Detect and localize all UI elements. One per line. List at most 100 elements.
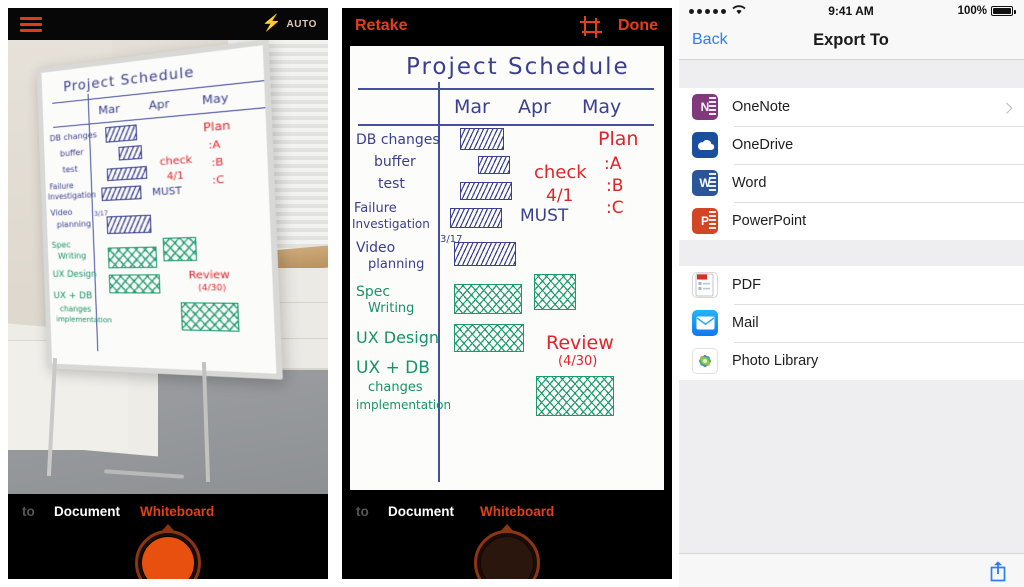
wb-row-7a: UX + DB bbox=[53, 291, 92, 301]
list-item-word[interactable]: W Word bbox=[678, 164, 1024, 202]
flash-bolt-icon: ⚡ bbox=[262, 16, 282, 32]
panel-divider-1 bbox=[336, 0, 337, 587]
preview-mode-selector: to Document Whiteboard bbox=[342, 504, 672, 524]
wbp-bar-6 bbox=[454, 324, 524, 352]
wb-row-5a: Spec bbox=[51, 240, 70, 250]
list-item-label: OneDrive bbox=[732, 137, 793, 153]
wbp-ann-plan: Plan bbox=[598, 128, 638, 150]
list-item-onenote[interactable]: N OneNote bbox=[678, 88, 1024, 126]
onenote-icon: N bbox=[692, 94, 718, 120]
wb-ann-check: check bbox=[159, 154, 192, 168]
flash-mode-label: AUTO bbox=[286, 19, 317, 30]
wb-ann-review-date: (4/30) bbox=[198, 283, 226, 293]
wbp-ann-a: :A bbox=[604, 154, 621, 174]
wbp-bar-4 bbox=[454, 242, 516, 266]
wb-row-5b: Writing bbox=[58, 251, 87, 261]
wb-ann-317: 3/17 bbox=[94, 210, 108, 218]
list-item-onedrive[interactable]: OneDrive bbox=[678, 126, 1024, 164]
word-icon: W bbox=[692, 170, 718, 196]
bottom-toolbar bbox=[678, 553, 1024, 587]
camera-capture-panel: ⚡ AUTO Project Schedule Mar Apr May DB c… bbox=[0, 0, 336, 587]
wbp-row-3a: Failure bbox=[354, 201, 397, 216]
empty-area bbox=[678, 380, 1024, 553]
wb-row-2: test bbox=[62, 164, 78, 174]
hamburger-menu-icon[interactable] bbox=[20, 17, 42, 32]
wbp-bar-5 bbox=[454, 284, 522, 314]
retake-button[interactable]: Retake bbox=[355, 17, 407, 35]
wb-row-4b: planning bbox=[57, 219, 92, 229]
list-item-label: Word bbox=[732, 175, 766, 191]
panel-divider-2 bbox=[678, 0, 679, 587]
wb-col-mar: Mar bbox=[98, 102, 120, 118]
crop-icon[interactable] bbox=[580, 16, 602, 38]
wb-ann-a: :A bbox=[208, 139, 220, 152]
wbp-row-5b: Writing bbox=[368, 301, 414, 316]
navigation-bar: Back Export To bbox=[678, 22, 1024, 60]
preview-shutter-button[interactable] bbox=[474, 530, 540, 579]
wbp-row-4a: Video bbox=[356, 240, 395, 256]
list-item-mail[interactable]: Mail bbox=[678, 304, 1024, 342]
camera-live-scene: Project Schedule Mar Apr May DB changes … bbox=[8, 40, 328, 494]
wb-ann-b: :B bbox=[211, 156, 223, 169]
list-item-label: Photo Library bbox=[732, 353, 818, 369]
wbp-ann-b: :B bbox=[606, 176, 623, 196]
mode-whiteboard[interactable]: Whiteboard bbox=[140, 504, 214, 519]
wb-bar-5b bbox=[163, 237, 197, 261]
wbp-col-mar: Mar bbox=[454, 96, 490, 118]
preview-mode-photo[interactable]: to bbox=[356, 504, 369, 519]
preview-mode-document[interactable]: Document bbox=[388, 504, 454, 519]
flash-mode-button[interactable]: ⚡ AUTO bbox=[262, 16, 317, 32]
list-item-powerpoint[interactable]: P PowerPoint bbox=[678, 202, 1024, 240]
wbp-bar-0 bbox=[460, 128, 504, 150]
wbp-ann-c: :C bbox=[606, 198, 624, 218]
wb-col-may: May bbox=[202, 91, 229, 108]
preview-frame: Retake Done Project Schedule Mar Apr May… bbox=[342, 8, 672, 579]
wb-bar-4 bbox=[107, 215, 152, 234]
wbp-row-1: buffer bbox=[374, 154, 416, 170]
mode-document[interactable]: Document bbox=[54, 504, 120, 519]
export-list-scroll[interactable]: N OneNote OneDrive W Word P PowerPoint P… bbox=[678, 60, 1024, 553]
battery-full-icon bbox=[991, 6, 1013, 16]
wb-row-6: UX Design bbox=[53, 270, 97, 280]
mail-icon bbox=[692, 310, 718, 336]
wbp-row-3b: Investigation bbox=[352, 217, 430, 231]
wb-row-4a: Video bbox=[50, 208, 72, 218]
preview-top-bar: Retake Done bbox=[342, 8, 672, 46]
whiteboard-angled: Project Schedule Mar Apr May DB changes … bbox=[37, 40, 283, 380]
wbp-ann-review-date: (4/30) bbox=[558, 354, 597, 369]
wbp-ann-317: 3/17 bbox=[440, 234, 462, 245]
page-title: Export To bbox=[678, 31, 1024, 50]
wb-bar-2 bbox=[107, 166, 148, 181]
powerpoint-icon: P bbox=[692, 208, 718, 234]
export-to-panel: 9:41 AM 100% Back Export To N OneNote On… bbox=[678, 0, 1024, 587]
wb-bar-1 bbox=[118, 145, 142, 160]
done-button[interactable]: Done bbox=[618, 17, 658, 35]
capture-preview-panel: Retake Done Project Schedule Mar Apr May… bbox=[336, 0, 678, 587]
wbp-ann-must: MUST bbox=[520, 206, 568, 226]
mode-photo[interactable]: to bbox=[22, 504, 35, 519]
wb-bar-5 bbox=[108, 247, 158, 269]
list-item-label: PowerPoint bbox=[732, 213, 806, 229]
preview-mode-whiteboard[interactable]: Whiteboard bbox=[480, 504, 554, 519]
wbp-row-0: DB changes bbox=[356, 132, 440, 148]
shutter-button[interactable] bbox=[135, 530, 201, 579]
share-icon[interactable] bbox=[988, 560, 1008, 582]
export-group-office: N OneNote OneDrive W Word P PowerPoint bbox=[678, 88, 1024, 240]
wbp-row-2: test bbox=[378, 176, 405, 192]
list-item-photo-library[interactable]: Photo Library bbox=[678, 342, 1024, 380]
camera-viewfinder: ⚡ AUTO Project Schedule Mar Apr May DB c… bbox=[8, 8, 328, 579]
shutter-core bbox=[141, 536, 195, 579]
chevron-right-icon bbox=[1001, 103, 1012, 114]
group-header-spacer-2 bbox=[678, 240, 1024, 266]
wbp-row-7b: changes bbox=[368, 380, 423, 395]
wbp-ann-review: Review bbox=[546, 332, 614, 354]
photo-library-icon bbox=[692, 348, 718, 374]
wb-row-7c: implementation bbox=[56, 315, 112, 324]
status-time: 9:41 AM bbox=[678, 4, 1024, 18]
wbp-row-7c: implementation bbox=[356, 398, 451, 412]
list-item-pdf[interactable]: PDF bbox=[678, 266, 1024, 304]
camera-bottom-bar: to Document Whiteboard bbox=[8, 494, 328, 579]
wb-bar-7 bbox=[181, 302, 240, 332]
export-group-other: PDF Mail Photo Library bbox=[678, 266, 1024, 380]
powerpoint-letter: P bbox=[701, 214, 709, 228]
